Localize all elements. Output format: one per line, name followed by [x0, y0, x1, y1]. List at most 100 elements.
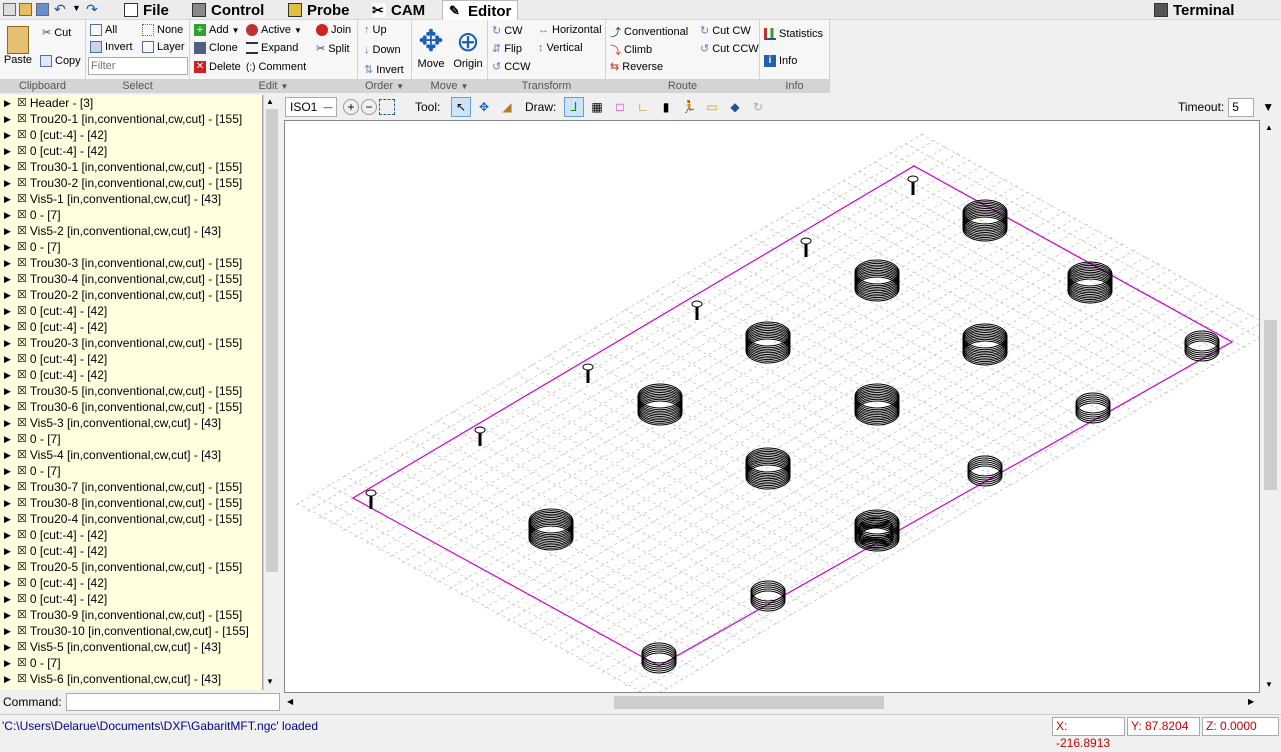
expand-arrow-icon[interactable]: ▶ — [4, 559, 14, 575]
active-button[interactable]: Active ▼ — [246, 24, 302, 36]
info-button[interactable]: i Info — [764, 55, 797, 67]
expand-arrow-icon[interactable]: ▶ — [4, 111, 14, 127]
draw-rapid-icon[interactable]: 🏃 — [679, 97, 699, 117]
tab-terminal[interactable]: Terminal — [1148, 0, 1240, 20]
tree-row[interactable]: ▶ ☒ 0 [cut:-4] - [42] — [0, 367, 262, 383]
tree-row[interactable]: ▶ ☒ 0 [cut:-4] - [42] — [0, 543, 262, 559]
tree-row[interactable]: ▶ ☒ Vis5-4 [in,conventional,cw,cut] - [43] — [0, 447, 262, 463]
select-pointer-icon[interactable]: ↖ — [451, 97, 471, 117]
tab-editor[interactable]: ✎ Editor — [442, 0, 519, 21]
enabled-checkbox-icon[interactable]: ☒ — [17, 319, 27, 335]
gcode-block-tree[interactable]: ▶ ☒ Header - [3] ▶ ☒ Trou20-1 [in,conventiona… — [0, 95, 263, 690]
tree-row[interactable]: ▶ ☒ 0 - [7] — [0, 463, 262, 479]
enabled-checkbox-icon[interactable]: ☒ — [17, 207, 27, 223]
cut-ccw-button[interactable]: ↺ Cut CCW — [700, 42, 759, 56]
enabled-checkbox-icon[interactable]: ☒ — [17, 383, 27, 399]
expand-arrow-icon[interactable]: ▶ — [4, 415, 14, 431]
expand-arrow-icon[interactable]: ▶ — [4, 127, 14, 143]
tree-row[interactable]: ▶ ☒ Trou30-4 [in,conventional,cw,cut] - [1… — [0, 271, 262, 287]
expand-arrow-icon[interactable]: ▶ — [4, 287, 14, 303]
enabled-checkbox-icon[interactable]: ☒ — [17, 415, 27, 431]
scroll-down-icon[interactable]: ▼ — [266, 677, 274, 686]
clone-button[interactable]: Clone — [194, 42, 238, 54]
enabled-checkbox-icon[interactable]: ☒ — [17, 127, 27, 143]
tree-row[interactable]: ▶ ☒ Trou30-2 [in,conventional,cw,cut] - [1… — [0, 175, 262, 191]
move-button[interactable]: ✥ Move — [414, 26, 448, 71]
expand-button[interactable]: Expand — [246, 42, 298, 54]
draw-paths-icon[interactable]: ▭ — [702, 97, 722, 117]
tree-row[interactable]: ▶ ☒ Trou30-9 [in,conventional,cw,cut] - [1… — [0, 607, 262, 623]
reverse-button[interactable]: ⇆ Reverse — [610, 60, 663, 74]
canvas-vscroll[interactable]: ▲ ▼ — [1262, 120, 1279, 693]
tree-row[interactable]: ▶ ☒ 0 [cut:-4] - [42] — [0, 127, 262, 143]
expand-arrow-icon[interactable]: ▶ — [4, 303, 14, 319]
tree-row[interactable]: ▶ ☒ 0 [cut:-4] - [42] — [0, 143, 262, 159]
enabled-checkbox-icon[interactable]: ☒ — [17, 607, 27, 623]
command-input[interactable] — [66, 693, 280, 711]
tree-row[interactable]: ▶ ☒ Trou30-10 [in,conventional,cw,cut] - [… — [0, 623, 262, 639]
open-icon[interactable] — [19, 3, 32, 16]
join-button[interactable]: Join — [316, 24, 351, 36]
expand-arrow-icon[interactable]: ▶ — [4, 511, 14, 527]
copy-button[interactable]: Copy — [40, 55, 81, 67]
ruler-icon[interactable]: ◢ — [497, 97, 517, 117]
rotate-ccw-button[interactable]: ↺ CCW — [492, 60, 531, 74]
pan-icon[interactable]: ✥ — [474, 97, 494, 117]
tree-row[interactable]: ▶ ☒ Header - [3] — [0, 95, 262, 111]
view-select[interactable]: ISO1 — — [285, 97, 337, 117]
enabled-checkbox-icon[interactable]: ☒ — [17, 159, 27, 175]
expand-arrow-icon[interactable]: ▶ — [4, 623, 14, 639]
enabled-checkbox-icon[interactable]: ☒ — [17, 527, 27, 543]
select-invert-button[interactable]: Invert — [90, 41, 133, 53]
expand-arrow-icon[interactable]: ▶ — [4, 639, 14, 655]
expand-arrow-icon[interactable]: ▶ — [4, 527, 14, 543]
draw-axes-icon[interactable]: ⅃ — [564, 97, 584, 117]
enabled-checkbox-icon[interactable]: ☒ — [17, 335, 27, 351]
expand-arrow-icon[interactable]: ▶ — [4, 543, 14, 559]
scroll-thumb[interactable] — [1264, 320, 1277, 490]
scroll-right-icon[interactable]: ▶ — [1248, 697, 1254, 706]
draw-grid-icon[interactable]: ▦ — [587, 97, 607, 117]
redo-icon[interactable]: ↷ — [86, 1, 98, 18]
chevron-down-icon[interactable]: ▼ — [72, 3, 81, 13]
enabled-checkbox-icon[interactable]: ☒ — [17, 111, 27, 127]
save-icon[interactable] — [36, 3, 49, 16]
enabled-checkbox-icon[interactable]: ☒ — [17, 447, 27, 463]
move-group-label[interactable]: Move ▼ — [412, 79, 487, 93]
zoom-fit-icon[interactable] — [379, 99, 395, 115]
tree-row[interactable]: ▶ ☒ Vis5-2 [in,conventional,cw,cut] - [43] — [0, 223, 262, 239]
scroll-thumb[interactable] — [266, 109, 278, 572]
tab-control[interactable]: Control — [186, 0, 270, 20]
comment-button[interactable]: (:) Comment — [246, 61, 306, 73]
tree-row[interactable]: ▶ ☒ Trou30-8 [in,conventional,cw,cut] - [1… — [0, 495, 262, 511]
enabled-checkbox-icon[interactable]: ☒ — [17, 591, 27, 607]
tree-row[interactable]: ▶ ☒ Vis5-5 [in,conventional,cw,cut] - [43] — [0, 639, 262, 655]
enabled-checkbox-icon[interactable]: ☒ — [17, 431, 27, 447]
tree-row[interactable]: ▶ ☒ 0 [cut:-4] - [42] — [0, 527, 262, 543]
mirror-vertical-button[interactable]: ↕ Vertical — [538, 42, 583, 54]
scroll-up-icon[interactable]: ▲ — [266, 97, 274, 106]
tree-row[interactable]: ▶ ☒ Trou30-6 [in,conventional,cw,cut] - [1… — [0, 399, 262, 415]
expand-arrow-icon[interactable]: ▶ — [4, 255, 14, 271]
canvas-hscroll[interactable]: ◀ ▶ — [284, 694, 1260, 711]
tab-probe[interactable]: Probe — [282, 0, 356, 20]
expand-arrow-icon[interactable]: ▶ — [4, 367, 14, 383]
chevron-down-icon[interactable]: ▼ — [1262, 100, 1274, 114]
tree-row[interactable]: ▶ ☒ Trou30-3 [in,conventional,cw,cut] - [1… — [0, 255, 262, 271]
expand-arrow-icon[interactable]: ▶ — [4, 143, 14, 159]
expand-arrow-icon[interactable]: ▶ — [4, 607, 14, 623]
draw-workarea-icon[interactable]: ∟ — [633, 97, 653, 117]
enabled-checkbox-icon[interactable]: ☒ — [17, 191, 27, 207]
expand-arrow-icon[interactable]: ▶ — [4, 191, 14, 207]
expand-arrow-icon[interactable]: ▶ — [4, 271, 14, 287]
enabled-checkbox-icon[interactable]: ☒ — [17, 239, 27, 255]
enabled-checkbox-icon[interactable]: ☒ — [17, 287, 27, 303]
select-layer-button[interactable]: Layer — [142, 41, 185, 53]
undo-icon[interactable]: ↶ — [54, 1, 66, 18]
flip-button[interactable]: ⇵ Flip — [492, 42, 522, 56]
draw-margins-icon[interactable]: □ — [610, 97, 630, 117]
enabled-checkbox-icon[interactable]: ☒ — [17, 399, 27, 415]
tree-row[interactable]: ▶ ☒ 0 [cut:-4] - [42] — [0, 591, 262, 607]
tree-row[interactable]: ▶ ☒ Trou20-1 [in,conventional,cw,cut] - [1… — [0, 111, 262, 127]
expand-arrow-icon[interactable]: ▶ — [4, 431, 14, 447]
